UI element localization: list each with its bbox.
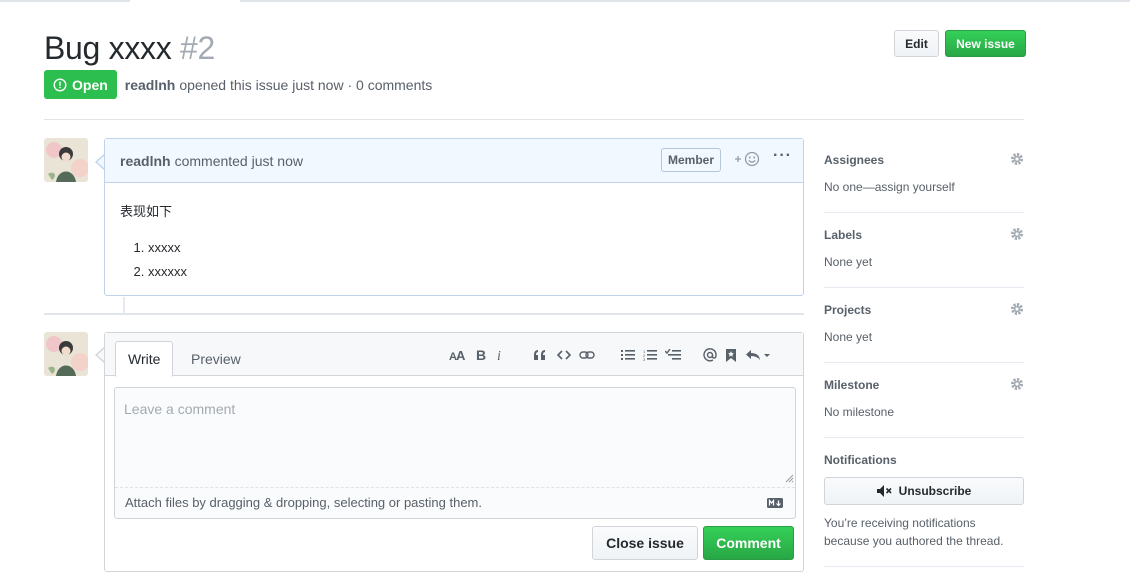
task-list-icon[interactable] (665, 346, 681, 364)
issue-meta: Open readlnh opened this issue just now … (44, 70, 432, 99)
svg-text:i: i (497, 349, 501, 362)
notifications-reason: You’re receiving notifications because y… (824, 516, 1004, 548)
svg-text:B: B (476, 348, 486, 362)
header-text-icon[interactable]: AA (449, 346, 467, 364)
more-options-icon[interactable]: ··· (773, 147, 792, 165)
markdown-icon[interactable] (767, 498, 783, 508)
mute-icon (876, 485, 892, 497)
editor-header: Write Preview AA B i 123 (105, 333, 803, 377)
link-icon[interactable] (579, 346, 595, 364)
comment-editor: Write Preview AA B i 123 Attach files by… (104, 332, 804, 572)
sidebar-projects-value: None yet (824, 330, 873, 344)
gear-icon[interactable] (1010, 227, 1024, 241)
reply-dropdown-icon[interactable] (745, 346, 771, 364)
smiley-plus-icon (735, 151, 760, 167)
comment-button[interactable]: Comment (703, 526, 794, 560)
status-label: Open (72, 76, 108, 93)
comment-meta: commented just now (174, 152, 303, 169)
tab-preview[interactable]: Preview (179, 341, 253, 377)
svg-text:A: A (456, 348, 466, 362)
attach-files-bar[interactable]: Attach files by dragging & dropping, sel… (115, 487, 795, 518)
gear-icon[interactable] (1010, 152, 1024, 166)
active-tab-marker (130, 0, 240, 2)
sidebar-labels-label: Labels (824, 228, 863, 242)
avatar-image (44, 332, 88, 376)
gear-icon[interactable] (1010, 377, 1024, 391)
comment-box: readlnh commented just now Member ··· 表现… (104, 138, 804, 296)
comment-list: xxxxx xxxxxx (120, 236, 788, 284)
issue-author-link[interactable]: readlnh (125, 77, 176, 93)
issue-opened-icon (53, 77, 67, 92)
sidebar-assignees-value[interactable]: No one—assign yourself (824, 180, 1024, 194)
tab-write[interactable]: Write (115, 341, 174, 377)
comment-body: 表现如下 xxxxx xxxxxx (105, 183, 803, 302)
member-badge: Member (661, 148, 722, 172)
list-item: xxxxxx (148, 260, 788, 284)
comment-intro: 表现如下 (120, 204, 173, 219)
mention-icon[interactable] (703, 346, 717, 364)
header-actions: Edit New issue (894, 30, 1026, 57)
sidebar-projects-label: Projects (824, 303, 872, 317)
attach-hint-text: Attach files by dragging & dropping, sel… (125, 495, 482, 510)
unsubscribe-label: Unsubscribe (898, 484, 972, 498)
timeline-connector (123, 297, 125, 313)
svg-text:3: 3 (643, 357, 646, 361)
comment-textarea-wrapper: Attach files by dragging & dropping, sel… (114, 387, 796, 519)
comment-header: readlnh commented just now Member ··· (105, 139, 803, 183)
sidebar-milestone-value: No milestone (824, 405, 895, 419)
sidebar-milestone: Milestone No milestone (824, 363, 1024, 438)
timeline-divider (44, 313, 804, 315)
close-issue-button[interactable]: Close issue (592, 526, 698, 560)
issue-title-text: Bug xxxx (44, 30, 172, 66)
bookmark-icon[interactable] (725, 346, 737, 364)
quote-icon[interactable] (533, 346, 547, 364)
edit-button[interactable]: Edit (894, 30, 939, 57)
unsubscribe-button[interactable]: Unsubscribe (824, 477, 1024, 505)
sidebar-assignees: Assignees No one—assign yourself (824, 138, 1024, 213)
sidebar-notifications-label: Notifications (824, 453, 897, 467)
ordered-list-icon[interactable]: 123 (643, 346, 657, 364)
sidebar-milestone-label: Milestone (824, 378, 880, 392)
status-badge: Open (44, 70, 117, 99)
new-issue-button[interactable]: New issue (945, 30, 1026, 57)
issue-opened-text: opened this issue just now · 0 comments (179, 76, 433, 93)
markdown-toolbar: AA B i 123 (449, 346, 771, 364)
italic-icon[interactable]: i (495, 346, 505, 364)
comment-input[interactable] (115, 388, 795, 486)
sidebar-projects: Projects None yet (824, 288, 1024, 363)
sidebar-labels: Labels None yet (824, 213, 1024, 288)
issue-title: Bug xxxx #2 (44, 28, 215, 68)
comment-author-link[interactable]: readlnh (120, 153, 171, 169)
sidebar-assignees-label: Assignees (824, 153, 885, 167)
top-tab-border (0, 0, 1130, 2)
unordered-list-icon[interactable] (621, 346, 635, 364)
header-divider (44, 119, 1024, 120)
gear-icon[interactable] (1010, 302, 1024, 316)
bold-icon[interactable]: B (475, 346, 487, 364)
issue-sidebar: Assignees No one—assign yourself Labels … (824, 138, 1024, 567)
code-icon[interactable] (557, 346, 571, 364)
avatar[interactable] (44, 332, 88, 376)
sidebar-labels-value: None yet (824, 255, 873, 269)
add-reaction-button[interactable] (733, 151, 761, 167)
list-item: xxxxx (148, 236, 788, 260)
resize-handle-icon[interactable] (785, 474, 794, 483)
avatar-image (44, 138, 88, 182)
avatar[interactable] (44, 138, 88, 182)
issue-number: #2 (180, 30, 216, 66)
sidebar-notifications: Notifications Unsubscribe You’re receivi… (824, 438, 1024, 567)
